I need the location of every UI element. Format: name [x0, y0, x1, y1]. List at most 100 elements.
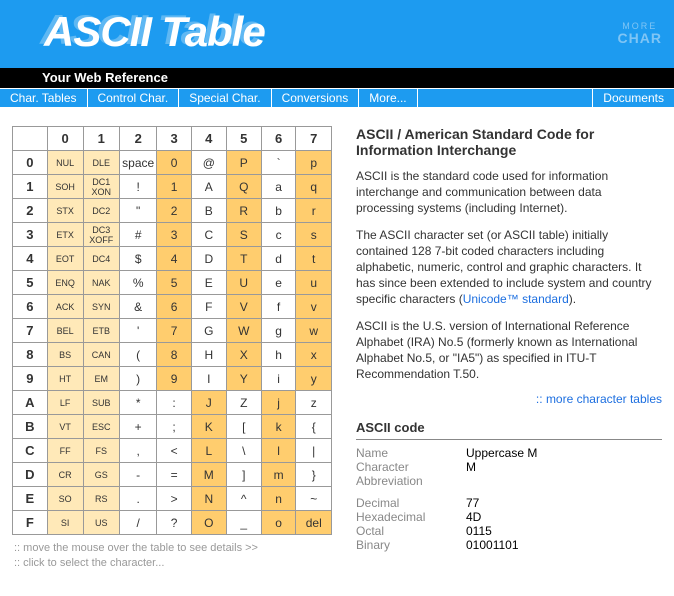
- ascii-cell[interactable]: T: [226, 247, 261, 271]
- more-character-tables-link[interactable]: :: more character tables: [356, 392, 662, 406]
- ascii-cell[interactable]: R: [226, 199, 261, 223]
- ascii-cell[interactable]: t: [296, 247, 332, 271]
- ascii-cell[interactable]: j: [261, 391, 296, 415]
- ascii-cell[interactable]: DC4: [83, 247, 119, 271]
- ascii-cell[interactable]: `: [261, 151, 296, 175]
- ascii-cell[interactable]: DC2: [83, 199, 119, 223]
- ascii-cell[interactable]: \: [226, 439, 261, 463]
- ascii-cell[interactable]: 6: [157, 295, 191, 319]
- ascii-cell[interactable]: u: [296, 271, 332, 295]
- ascii-cell[interactable]: RS: [83, 487, 119, 511]
- ascii-cell[interactable]: D: [191, 247, 226, 271]
- ascii-cell[interactable]: p: [296, 151, 332, 175]
- ascii-cell[interactable]: FF: [47, 439, 83, 463]
- ascii-cell[interactable]: #: [119, 223, 156, 247]
- ascii-cell[interactable]: U: [226, 271, 261, 295]
- ascii-cell[interactable]: N: [191, 487, 226, 511]
- ascii-cell[interactable]: 1: [157, 175, 191, 199]
- ascii-cell[interactable]: B: [191, 199, 226, 223]
- unicode-link[interactable]: Unicode™ standard: [463, 292, 569, 306]
- ascii-cell[interactable]: d: [261, 247, 296, 271]
- ascii-cell[interactable]: P: [226, 151, 261, 175]
- ascii-cell[interactable]: NAK: [83, 271, 119, 295]
- ascii-cell[interactable]: r: [296, 199, 332, 223]
- ascii-cell[interactable]: H: [191, 343, 226, 367]
- ascii-cell[interactable]: A: [191, 175, 226, 199]
- ascii-cell[interactable]: g: [261, 319, 296, 343]
- ascii-cell[interactable]: F: [191, 295, 226, 319]
- ascii-cell[interactable]: J: [191, 391, 226, 415]
- ascii-cell[interactable]: ETX: [47, 223, 83, 247]
- ascii-cell[interactable]: ^: [226, 487, 261, 511]
- ascii-cell[interactable]: ]: [226, 463, 261, 487]
- ascii-cell[interactable]: a: [261, 175, 296, 199]
- ascii-cell[interactable]: [: [226, 415, 261, 439]
- ascii-cell[interactable]: 3: [157, 223, 191, 247]
- ascii-cell[interactable]: %: [119, 271, 156, 295]
- ascii-cell[interactable]: ;: [157, 415, 191, 439]
- ascii-cell[interactable]: 5: [157, 271, 191, 295]
- ascii-cell[interactable]: ,: [119, 439, 156, 463]
- ascii-cell[interactable]: b: [261, 199, 296, 223]
- ascii-cell[interactable]: US: [83, 511, 119, 535]
- ascii-cell[interactable]: 2: [157, 199, 191, 223]
- ascii-cell[interactable]: l: [261, 439, 296, 463]
- ascii-cell[interactable]: 4: [157, 247, 191, 271]
- ascii-cell[interactable]: LF: [47, 391, 83, 415]
- ascii-cell[interactable]: /: [119, 511, 156, 535]
- ascii-cell[interactable]: }: [296, 463, 332, 487]
- ascii-cell[interactable]: ETB: [83, 319, 119, 343]
- ascii-cell[interactable]: :: [157, 391, 191, 415]
- ascii-cell[interactable]: m: [261, 463, 296, 487]
- ascii-cell[interactable]: q: [296, 175, 332, 199]
- ascii-cell[interactable]: +: [119, 415, 156, 439]
- ascii-cell[interactable]: C: [191, 223, 226, 247]
- ascii-cell[interactable]: DLE: [83, 151, 119, 175]
- ascii-cell[interactable]: I: [191, 367, 226, 391]
- ascii-cell[interactable]: SUB: [83, 391, 119, 415]
- ascii-cell[interactable]: L: [191, 439, 226, 463]
- ascii-cell[interactable]: EM: [83, 367, 119, 391]
- ascii-cell[interactable]: ': [119, 319, 156, 343]
- ascii-cell[interactable]: e: [261, 271, 296, 295]
- ascii-cell[interactable]: {: [296, 415, 332, 439]
- ascii-cell[interactable]: 9: [157, 367, 191, 391]
- nav-char-tables[interactable]: Char. Tables: [0, 89, 88, 107]
- ascii-cell[interactable]: !: [119, 175, 156, 199]
- ascii-cell[interactable]: ACK: [47, 295, 83, 319]
- ascii-cell[interactable]: CR: [47, 463, 83, 487]
- ascii-cell[interactable]: $: [119, 247, 156, 271]
- ascii-cell[interactable]: CAN: [83, 343, 119, 367]
- ascii-cell[interactable]: 8: [157, 343, 191, 367]
- ascii-cell[interactable]: ?: [157, 511, 191, 535]
- ascii-cell[interactable]: k: [261, 415, 296, 439]
- ascii-cell[interactable]: >: [157, 487, 191, 511]
- nav-more[interactable]: More...: [359, 89, 417, 107]
- ascii-cell[interactable]: ": [119, 199, 156, 223]
- ascii-cell[interactable]: w: [296, 319, 332, 343]
- ascii-cell[interactable]: E: [191, 271, 226, 295]
- ascii-cell[interactable]: ~: [296, 487, 332, 511]
- ascii-cell[interactable]: SO: [47, 487, 83, 511]
- ascii-cell[interactable]: *: [119, 391, 156, 415]
- ascii-cell[interactable]: K: [191, 415, 226, 439]
- ascii-cell[interactable]: FS: [83, 439, 119, 463]
- ascii-cell[interactable]: =: [157, 463, 191, 487]
- ascii-cell[interactable]: s: [296, 223, 332, 247]
- ascii-cell[interactable]: Q: [226, 175, 261, 199]
- ascii-cell[interactable]: Y: [226, 367, 261, 391]
- ascii-cell[interactable]: W: [226, 319, 261, 343]
- ascii-cell[interactable]: (: [119, 343, 156, 367]
- ascii-cell[interactable]: .: [119, 487, 156, 511]
- ascii-cell[interactable]: del: [296, 511, 332, 535]
- ascii-cell[interactable]: SOH: [47, 175, 83, 199]
- ascii-cell[interactable]: GS: [83, 463, 119, 487]
- nav-conversions[interactable]: Conversions: [272, 89, 360, 107]
- ascii-cell[interactable]: z: [296, 391, 332, 415]
- ascii-cell[interactable]: 0: [157, 151, 191, 175]
- nav-control-char[interactable]: Control Char.: [88, 89, 180, 107]
- ascii-cell[interactable]: X: [226, 343, 261, 367]
- ascii-cell[interactable]: @: [191, 151, 226, 175]
- ascii-cell[interactable]: space: [119, 151, 156, 175]
- ascii-cell[interactable]: ESC: [83, 415, 119, 439]
